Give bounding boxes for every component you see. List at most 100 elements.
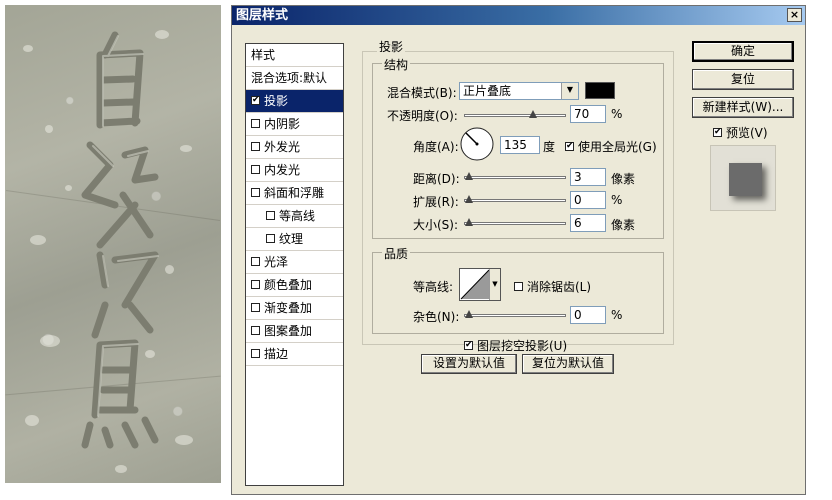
layer-style-dialog: 图层样式 × 样式 混合选项:默认 ✔ 投影内阴影外发光内发光斜面和浮雕等高线纹理光…: [231, 5, 806, 495]
blend-mode-select[interactable]: 正片叠底 ▼: [459, 82, 579, 100]
set-default-button[interactable]: 设置为默认值: [421, 354, 517, 374]
style-item[interactable]: 图案叠加: [246, 320, 343, 343]
style-item-label: 渐变叠加: [264, 301, 313, 315]
distance-slider-thumb[interactable]: [465, 172, 473, 180]
antialias-checkbox[interactable]: 消除锯齿(L): [514, 278, 591, 295]
contour-curve-icon: [460, 269, 490, 300]
checkbox-icon[interactable]: [251, 303, 260, 312]
noise-label: 杂色(N):: [413, 310, 460, 324]
stone-carving-image: [5, 5, 221, 483]
checkbox-icon[interactable]: [251, 280, 260, 289]
contour-picker[interactable]: ▼: [459, 268, 501, 301]
opacity-slider-thumb[interactable]: [529, 110, 538, 118]
angle-dial[interactable]: [459, 126, 495, 162]
antialias-check-icon: [514, 282, 523, 291]
style-item[interactable]: 纹理: [246, 228, 343, 251]
close-button[interactable]: ×: [787, 8, 802, 22]
style-item[interactable]: 内阴影: [246, 113, 343, 136]
close-icon: ×: [789, 8, 800, 21]
spread-slider-thumb[interactable]: [465, 195, 473, 203]
checkbox-icon[interactable]: [251, 326, 260, 335]
title-bar[interactable]: 图层样式 ×: [232, 6, 805, 25]
shadow-color-swatch[interactable]: [585, 82, 615, 99]
noise-unit: %: [611, 308, 623, 322]
contour-label: 等高线:: [413, 280, 454, 294]
style-item-label: 内阴影: [264, 117, 301, 131]
style-item[interactable]: 渐变叠加: [246, 297, 343, 320]
style-item-label: 图案叠加: [264, 324, 313, 338]
opacity-input[interactable]: 70: [570, 105, 606, 123]
checkbox-icon[interactable]: ✔: [251, 96, 260, 105]
style-item[interactable]: 描边: [246, 343, 343, 366]
style-item[interactable]: 颜色叠加: [246, 274, 343, 297]
global-light-checkbox[interactable]: ✔ 使用全局光(G): [565, 138, 657, 155]
style-item-label: 斜面和浮雕: [264, 186, 325, 200]
knockout-checkbox[interactable]: ✔ 图层挖空投影(U): [464, 337, 567, 354]
style-item[interactable]: ✔ 投影: [246, 90, 343, 113]
spread-label: 扩展(R):: [413, 195, 459, 209]
style-item-label: 颜色叠加: [264, 278, 313, 292]
size-slider[interactable]: [464, 218, 566, 226]
style-item-label: 投影: [264, 94, 289, 108]
reset-button[interactable]: 复位: [692, 69, 794, 90]
preview-thumbnail: [710, 145, 776, 211]
distance-unit: 像素: [611, 172, 636, 186]
size-slider-thumb[interactable]: [465, 218, 473, 226]
reset-default-button[interactable]: 复位为默认值: [522, 354, 614, 374]
angle-input[interactable]: 135: [500, 136, 540, 154]
chevron-down-icon: ▼: [561, 83, 578, 99]
style-item-label: 混合选项:默认: [251, 71, 328, 85]
structure-title: 结构: [382, 56, 411, 73]
checkbox-icon[interactable]: [266, 211, 275, 220]
preview-swatch: [729, 163, 762, 196]
opacity-slider[interactable]: [464, 110, 566, 118]
distance-slider[interactable]: [464, 172, 566, 180]
global-light-check-icon: ✔: [565, 141, 574, 151]
spread-unit: %: [611, 193, 623, 207]
style-item-label: 纹理: [279, 232, 304, 246]
new-style-button[interactable]: 新建样式(W)...: [692, 97, 794, 118]
style-item[interactable]: 内发光: [246, 159, 343, 182]
knockout-check-icon: ✔: [464, 340, 473, 350]
window-title: 图层样式: [236, 8, 289, 23]
style-item-label: 内发光: [264, 163, 301, 177]
noise-slider-thumb[interactable]: [465, 310, 473, 318]
quality-title: 品质: [382, 245, 411, 262]
checkbox-icon[interactable]: [251, 188, 260, 197]
style-item[interactable]: 光泽: [246, 251, 343, 274]
contour-dropdown-icon[interactable]: ▼: [489, 269, 500, 300]
noise-slider[interactable]: [464, 310, 566, 318]
distance-input[interactable]: 3: [570, 168, 606, 186]
styles-list: 样式 混合选项:默认 ✔ 投影内阴影外发光内发光斜面和浮雕等高线纹理光泽颜色叠加渐变…: [245, 43, 344, 486]
style-item-label: 外发光: [264, 140, 301, 154]
opacity-unit: %: [611, 107, 623, 121]
style-item-label: 光泽: [264, 255, 289, 269]
ok-button[interactable]: 确定: [692, 41, 794, 62]
size-label: 大小(S):: [413, 218, 459, 232]
size-unit: 像素: [611, 218, 636, 232]
angle-unit: 度: [543, 140, 556, 154]
styles-list-header[interactable]: 样式: [246, 44, 343, 67]
preview-checkbox[interactable]: ✔ 预览(V): [713, 124, 768, 141]
distance-label: 距离(D):: [413, 172, 460, 186]
style-item[interactable]: 等高线: [246, 205, 343, 228]
checkbox-icon[interactable]: [266, 234, 275, 243]
noise-input[interactable]: 0: [570, 306, 606, 324]
carved-calligraphy: [81, 31, 159, 449]
spread-input[interactable]: 0: [570, 191, 606, 209]
checkbox-icon[interactable]: [251, 119, 260, 128]
checkbox-icon[interactable]: [251, 257, 260, 266]
spread-slider[interactable]: [464, 195, 566, 203]
size-input[interactable]: 6: [570, 214, 606, 232]
style-item[interactable]: 外发光: [246, 136, 343, 159]
checkbox-icon[interactable]: [251, 349, 260, 358]
angle-label: 角度(A):: [413, 140, 459, 154]
blend-mode-label: 混合模式(B):: [387, 86, 457, 100]
drop-shadow-title: 投影: [377, 38, 406, 55]
style-item[interactable]: 混合选项:默认: [246, 67, 343, 90]
preview-check-icon: ✔: [713, 127, 722, 137]
checkbox-icon[interactable]: [251, 142, 260, 151]
style-item[interactable]: 斜面和浮雕: [246, 182, 343, 205]
checkbox-icon[interactable]: [251, 165, 260, 174]
style-item-label: 描边: [264, 347, 289, 361]
